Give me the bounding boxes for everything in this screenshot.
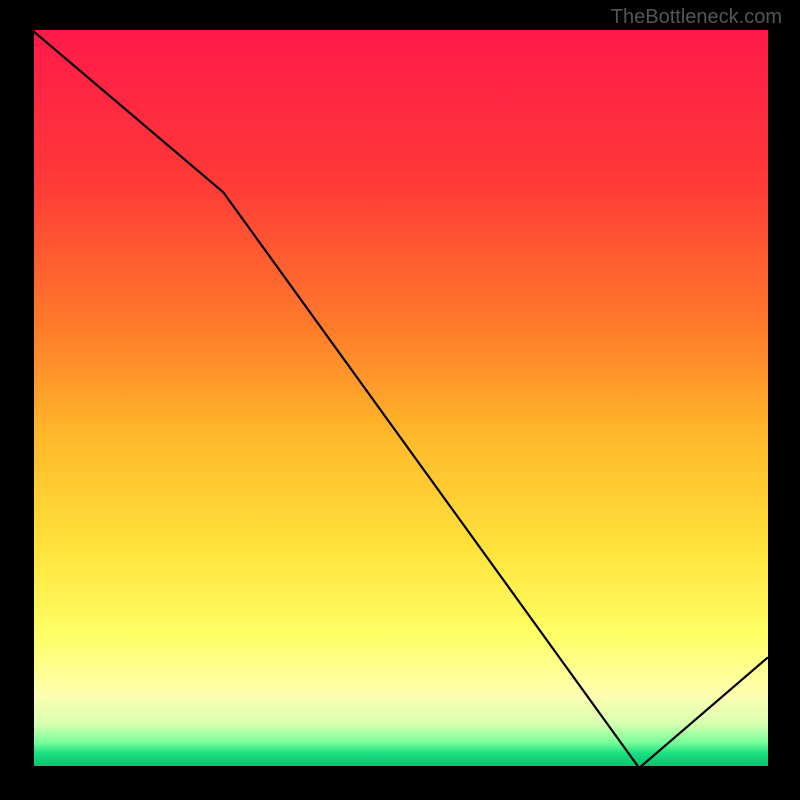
watermark-text: TheBottleneck.com [611,6,782,29]
data-line [32,30,768,768]
plot-area [32,30,768,768]
y-axis-right [768,30,770,768]
